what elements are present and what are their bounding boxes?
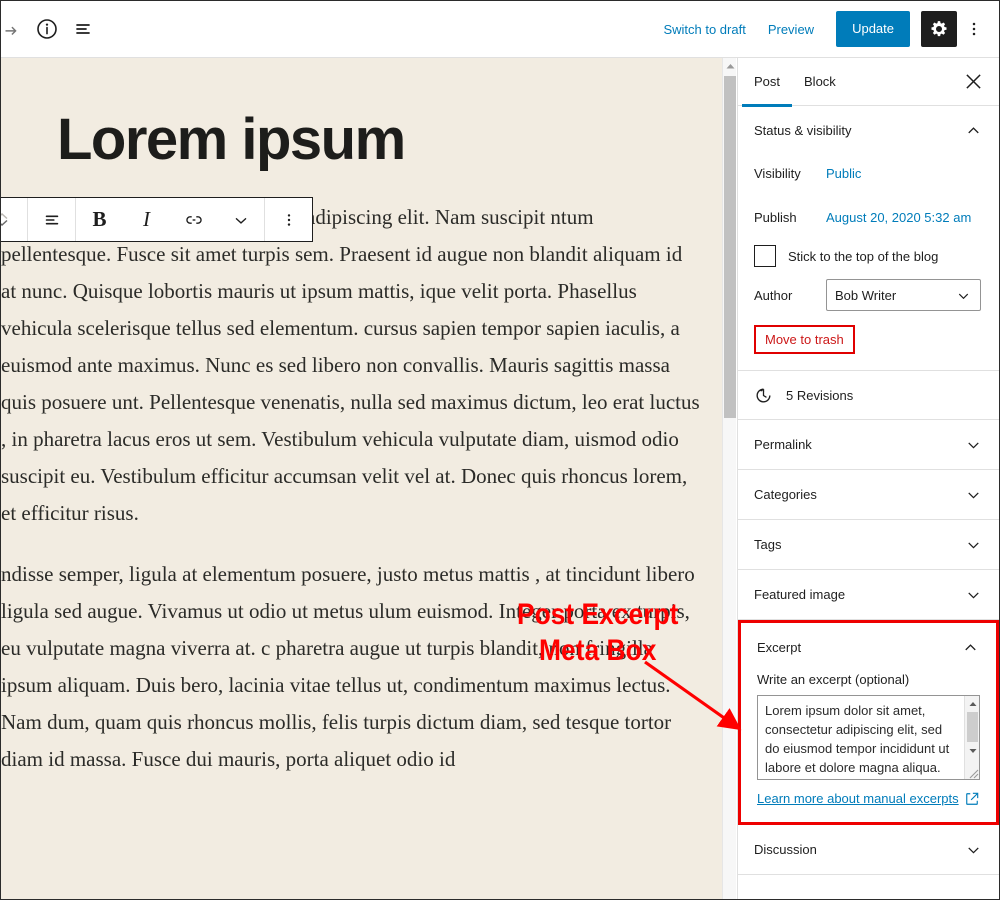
annotation-line-2: Meta Box	[539, 634, 657, 667]
panel-title: Categories	[754, 487, 817, 502]
block-more-options-icon[interactable]	[265, 198, 312, 241]
bold-button[interactable]: B	[76, 198, 123, 241]
author-select-value: Bob Writer	[835, 287, 897, 303]
excerpt-textarea-value: Lorem ipsum dolor sit amet, consectetur …	[765, 703, 950, 775]
sticky-row: Stick to the top of the blog	[754, 245, 983, 267]
panel-header-permalink[interactable]: Permalink	[738, 420, 999, 469]
panel-categories: Categories	[738, 470, 999, 520]
publish-row: Publish August 20, 2020 5:32 am	[754, 199, 983, 235]
post-settings-sidebar: Post Block Status & visibility Visibilit…	[737, 58, 999, 899]
editor-scrollbar[interactable]	[722, 58, 737, 899]
move-up-down-icon[interactable]	[1, 198, 27, 241]
learn-more-excerpts-link[interactable]: Learn more about manual excerpts	[757, 791, 979, 806]
chevron-down-icon	[964, 840, 983, 859]
visibility-value-button[interactable]: Public	[826, 166, 861, 181]
sidebar-tabs: Post Block	[738, 58, 999, 107]
panel-header-categories[interactable]: Categories	[738, 470, 999, 519]
annotation-line-1: Post Excerpt	[517, 598, 679, 631]
chevron-down-icon	[964, 435, 983, 454]
author-row: Author Bob Writer	[754, 279, 983, 311]
scrollbar-up-arrow-icon[interactable]	[723, 58, 737, 74]
panel-header-discussion[interactable]: Discussion	[738, 825, 999, 874]
wordpress-block-editor: Switch to draft Preview Update Lorem ips…	[0, 0, 1000, 900]
chevron-down-icon	[964, 485, 983, 504]
panel-permalink: Permalink	[738, 420, 999, 470]
panel-body-excerpt: Write an excerpt (optional) Lorem ipsum …	[741, 672, 996, 822]
chevron-up-icon	[961, 638, 980, 657]
author-select[interactable]: Bob Writer	[826, 279, 981, 311]
panel-featured-image: Featured image	[738, 570, 999, 620]
scrollbar-down-arrow-icon[interactable]	[965, 743, 979, 758]
tab-block[interactable]: Block	[792, 58, 848, 106]
block-movers[interactable]	[1, 198, 28, 241]
textarea-resize-handle[interactable]	[964, 764, 979, 779]
panel-tags: Tags	[738, 520, 999, 570]
editor-canvas[interactable]: Lorem ipsum m ipsum dolor sit amet, cons…	[1, 58, 722, 899]
panel-title: Excerpt	[757, 640, 802, 655]
paragraph-block[interactable]: m ipsum dolor sit amet, consectetur adip…	[1, 199, 701, 532]
tab-post[interactable]: Post	[742, 58, 793, 107]
update-button[interactable]: Update	[836, 11, 910, 47]
block-toolbar: B I	[1, 197, 313, 242]
revisions-row[interactable]: 5 Revisions	[738, 371, 999, 420]
panel-status-visibility: Status & visibility Visibility Public Pu…	[738, 106, 999, 371]
more-formats-chevron-down-icon[interactable]	[217, 198, 264, 241]
preview-button[interactable]: Preview	[768, 22, 814, 37]
move-to-trash-focus-ring: Move to trash	[754, 325, 855, 354]
publish-date-button[interactable]: August 20, 2020 5:32 am	[826, 210, 971, 225]
chevron-down-icon	[964, 535, 983, 554]
post-body[interactable]: m ipsum dolor sit amet, consectetur adip…	[1, 199, 701, 778]
excerpt-field-label: Write an excerpt (optional)	[757, 672, 910, 687]
italic-button[interactable]: I	[123, 198, 170, 241]
scrollbar-thumb[interactable]	[967, 712, 978, 742]
post-content-wrapper: Lorem ipsum m ipsum dolor sit amet, cons…	[1, 58, 709, 802]
external-link-icon	[965, 792, 979, 806]
panel-excerpt: Excerpt Write an excerpt (optional) Lore…	[738, 620, 999, 825]
redo-arrow-icon[interactable]	[1, 11, 29, 47]
visibility-label: Visibility	[754, 165, 801, 181]
editor-top-bar: Switch to draft Preview Update	[1, 1, 999, 58]
info-icon[interactable]	[29, 11, 65, 47]
revisions-label: 5 Revisions	[786, 387, 854, 403]
author-label: Author	[754, 287, 793, 303]
chevron-up-icon	[964, 121, 983, 140]
switch-to-draft-button[interactable]: Switch to draft	[663, 22, 745, 37]
scrollbar-up-arrow-icon[interactable]	[965, 696, 979, 711]
settings-gear-icon[interactable]	[921, 11, 957, 47]
panel-header-status-visibility[interactable]: Status & visibility	[738, 106, 999, 155]
panel-title: Tags	[754, 537, 782, 552]
panel-title: Status & visibility	[754, 123, 852, 138]
visibility-row: Visibility Public	[754, 155, 983, 191]
panel-title: Featured image	[754, 587, 846, 602]
block-type-switcher[interactable]	[28, 198, 76, 241]
panel-body-status-visibility: Visibility Public Publish August 20, 202…	[738, 155, 999, 370]
scrollbar-thumb[interactable]	[724, 76, 736, 418]
stick-to-top-label: Stick to the top of the blog	[788, 248, 939, 264]
panel-header-tags[interactable]: Tags	[738, 520, 999, 569]
excerpt-textarea[interactable]: Lorem ipsum dolor sit amet, consectetur …	[757, 695, 980, 780]
chevron-down-icon	[964, 585, 983, 604]
list-view-icon[interactable]	[65, 11, 101, 47]
panel-discussion: Discussion	[738, 825, 999, 875]
stick-to-top-checkbox[interactable]	[754, 245, 776, 267]
top-bar-right-actions: Switch to draft Preview Update	[663, 1, 999, 57]
top-bar-left-tools	[1, 1, 101, 57]
panel-title: Permalink	[754, 437, 812, 452]
panel-header-featured-image[interactable]: Featured image	[738, 570, 999, 619]
move-to-trash-button[interactable]: Move to trash	[765, 332, 844, 347]
post-title[interactable]: Lorem ipsum	[57, 109, 709, 171]
panel-title: Discussion	[754, 842, 817, 857]
more-options-icon[interactable]	[957, 11, 991, 47]
block-options[interactable]	[265, 198, 312, 241]
publish-label: Publish	[754, 209, 797, 225]
link-icon[interactable]	[170, 198, 217, 241]
learn-more-label: Learn more about manual excerpts	[757, 791, 959, 806]
text-format-tools: B I	[76, 198, 265, 241]
revisions-history-icon	[754, 386, 773, 405]
close-icon[interactable]	[959, 68, 987, 96]
paragraph-block-icon[interactable]	[28, 198, 75, 241]
chevron-down-icon	[955, 287, 972, 304]
annotation-text: Post Excerpt Meta Box	[517, 597, 678, 669]
panel-header-excerpt[interactable]: Excerpt	[741, 623, 996, 672]
